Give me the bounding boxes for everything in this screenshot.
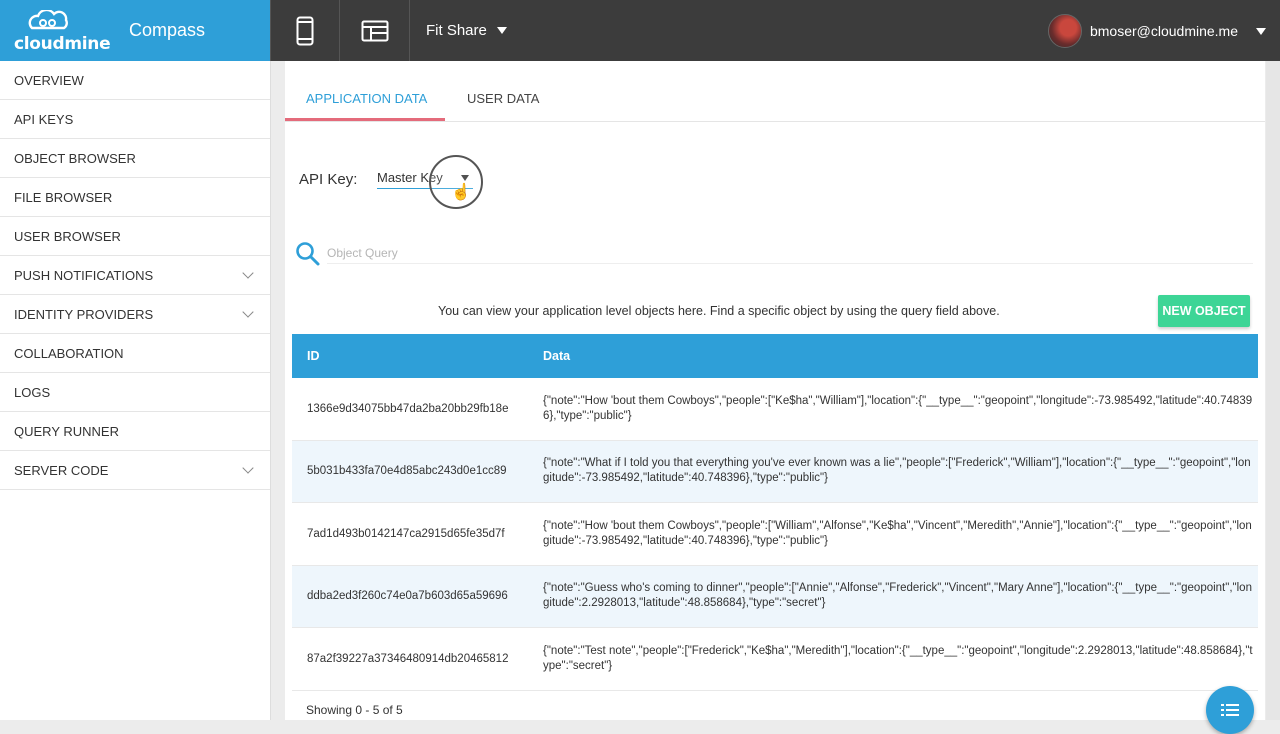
cell-id: 87a2f39227a37346480914db20465812 (307, 652, 509, 665)
cell-data: {"note":"Guess who's coming to dinner","… (543, 582, 1252, 610)
cell-id: 1366e9d34075bb47da2ba20bb29fb18e (307, 402, 509, 415)
sidebar-item-push-notifications[interactable]: PUSH NOTIFICATIONS (0, 256, 270, 295)
sidebar-item-file-browser[interactable]: FILE BROWSER (0, 178, 270, 217)
table-row[interactable]: 87a2f39227a37346480914db20465812 {"note":… (292, 628, 1258, 691)
list-icon (1221, 704, 1239, 716)
table-row[interactable]: 5b031b433fa70e4d85abc243d0e1cc89 {"note":… (292, 440, 1258, 503)
app-selector[interactable]: Fit Share (426, 22, 507, 39)
chevron-down-icon (496, 27, 507, 34)
layout-icon (361, 20, 388, 41)
app-selector-label: Fit Share (426, 22, 487, 39)
logo-text: cloudmine (14, 34, 111, 54)
sidebar-item-label: USER BROWSER (14, 228, 121, 244)
sidebar-item-label: SERVER CODE (14, 462, 109, 478)
sidebar-item-server-code[interactable]: SERVER CODE (0, 451, 270, 490)
sidebar-item-collaboration[interactable]: COLLABORATION (0, 334, 270, 373)
table-row[interactable]: 1366e9d34075bb47da2ba20bb29fb18e {"note":… (292, 378, 1258, 441)
cell-id: 7ad1d493b0142147ca2915d65fe35d7f (307, 527, 505, 540)
cell-data: {"note":"What if I told you that everyth… (543, 457, 1251, 485)
sidebar-item-overview[interactable]: OVERVIEW (0, 61, 270, 100)
object-query-input[interactable] (327, 242, 1253, 264)
sidebar-item-label: API KEYS (14, 111, 74, 127)
sidebar-item-user-browser[interactable]: USER BROWSER (0, 217, 270, 256)
sidebar-item-label: LOGS (14, 384, 51, 400)
chevron-down-icon[interactable] (242, 267, 254, 279)
chevron-down-icon (1256, 27, 1266, 35)
cell-data: {"note":"How 'bout them Cowboys","people… (543, 519, 1252, 547)
sidebar: OVERVIEW API KEYS OBJECT BROWSER FILE BROWS… (0, 61, 271, 720)
cell-data: {"note":"Test note","people":["Frederick… (543, 644, 1253, 672)
user-menu[interactable]: bmoser@cloudmine.me (1047, 14, 1266, 48)
cell-id: ddba2ed3f260c74e0a7b603d65a59696 (307, 590, 508, 603)
sidebar-item-api-keys[interactable]: API KEYS (0, 100, 270, 139)
list-view-button[interactable] (1206, 686, 1254, 734)
cloudmine-logo-icon (28, 10, 68, 30)
sidebar-item-label: OVERVIEW (14, 72, 84, 88)
chevron-down-icon[interactable] (242, 306, 254, 318)
table-row[interactable]: ddba2ed3f260c74e0a7b603d65a59696 {"note":… (292, 565, 1258, 628)
sidebar-item-label: FILE BROWSER (14, 189, 113, 205)
data-table: ID Data 1366e9d34075bb47da2ba20bb29fb18e… (292, 334, 1258, 691)
brand-area[interactable]: cloudmine Compass (0, 0, 270, 61)
cell-data: {"note":"How 'bout them Cowboys","people… (543, 394, 1253, 422)
sidebar-item-label: IDENTITY PROVIDERS (14, 306, 154, 322)
new-object-button[interactable]: NEW OBJECT (1158, 295, 1250, 327)
scrollbar[interactable] (1266, 61, 1280, 720)
sidebar-item-identity-providers[interactable]: IDENTITY PROVIDERS (0, 295, 270, 334)
sidebar-item-label: QUERY RUNNER (14, 423, 119, 439)
active-tab-indicator (285, 118, 445, 121)
info-text: You can view your application level obje… (438, 304, 1000, 318)
column-header-id[interactable]: ID (292, 349, 543, 363)
table-header: ID Data (292, 334, 1258, 378)
sidebar-item-logs[interactable]: LOGS (0, 373, 270, 412)
api-key-label: API Key: (299, 171, 358, 188)
sidebar-item-label: COLLABORATION (14, 345, 124, 361)
main-panel: APPLICATION DATA USER DATA API Key: Mast… (285, 61, 1265, 720)
hand-cursor-icon: ☝ (451, 184, 471, 201)
top-bar: cloudmine Compass Fit Share bmoser@cloud… (0, 0, 1280, 61)
avatar (1047, 14, 1082, 48)
sidebar-item-query-runner[interactable]: QUERY RUNNER (0, 412, 270, 451)
mobile-device-icon (296, 16, 314, 45)
search-icon (296, 242, 320, 266)
cell-id: 5b031b433fa70e4d85abc243d0e1cc89 (307, 465, 507, 478)
sidebar-item-object-browser[interactable]: OBJECT BROWSER (0, 139, 270, 178)
mobile-view-button[interactable] (270, 0, 340, 61)
user-email: bmoser@cloudmine.me (1089, 23, 1238, 39)
sidebar-item-label: OBJECT BROWSER (14, 150, 136, 166)
column-header-data[interactable]: Data (543, 349, 1258, 363)
pagination-status: Showing 0 - 5 of 5 (306, 703, 403, 717)
tab-bar: APPLICATION DATA USER DATA (285, 61, 1265, 122)
dashboard-view-button[interactable] (340, 0, 410, 61)
tab-user-data[interactable]: USER DATA (467, 91, 539, 106)
sidebar-item-label: PUSH NOTIFICATIONS (14, 267, 154, 283)
table-row[interactable]: 7ad1d493b0142147ca2915d65fe35d7f {"note":… (292, 503, 1258, 566)
app-name: Compass (129, 20, 206, 40)
chevron-down-icon[interactable] (242, 462, 254, 474)
table-body: 1366e9d34075bb47da2ba20bb29fb18e {"note":… (292, 378, 1258, 691)
tab-application-data[interactable]: APPLICATION DATA (306, 91, 427, 106)
